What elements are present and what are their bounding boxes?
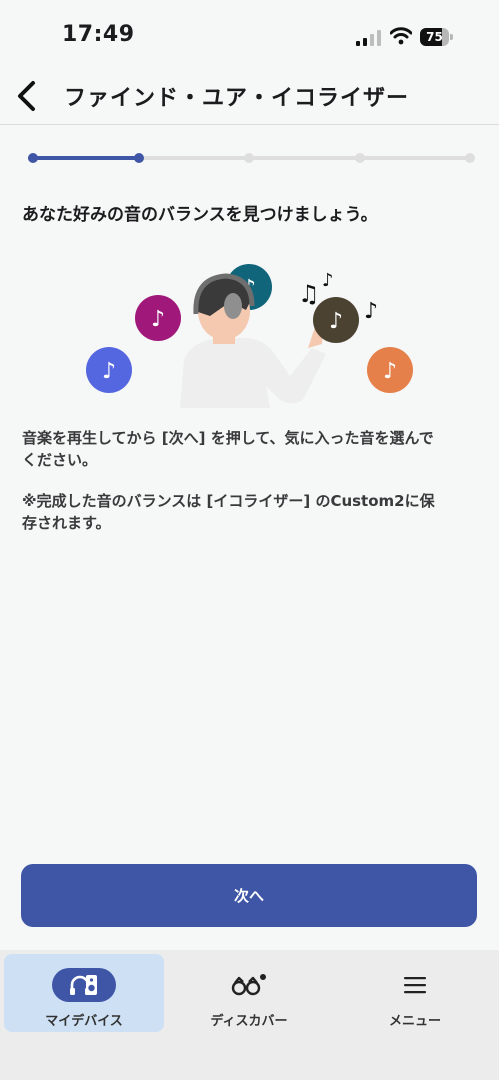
- tab-label: ディスカバー: [210, 1014, 288, 1029]
- progress-step-dot: [465, 153, 475, 163]
- progress-step-dot: [354, 153, 365, 163]
- progress-step-dot: [133, 153, 144, 163]
- headphones-speaker-icon: [70, 975, 97, 995]
- svg-text:♪: ♪: [383, 359, 397, 384]
- music-note-bubble-orange: ♪: [367, 347, 413, 393]
- nav-bar: ファインド・ユア・イコライザー: [0, 70, 499, 125]
- section-heading: あなた好みの音のバランスを見つけましょう。: [22, 205, 378, 225]
- next-button[interactable]: 次へ: [21, 864, 477, 927]
- music-note-bubble-blue: ♪: [86, 347, 132, 393]
- tab-my-device[interactable]: マイデバイス: [4, 954, 164, 1032]
- progress-step-dot: [244, 153, 254, 163]
- music-note-bubble-magenta: ♪: [135, 295, 181, 341]
- svg-text:♫: ♫: [298, 280, 320, 308]
- svg-text:♪: ♪: [322, 270, 334, 291]
- status-bar: 17:49 75: [0, 0, 499, 70]
- progress-fill: [28, 156, 139, 160]
- svg-text:♪: ♪: [329, 309, 343, 334]
- tab-discover[interactable]: ディスカバー: [169, 954, 329, 1032]
- listening-illustration: ♪ ♪ ♪ ♪ ♫ ♪ ♪ ♪: [86, 264, 413, 408]
- tab-label: メニュー: [388, 1014, 441, 1029]
- wifi-icon: [390, 27, 412, 45]
- svg-text:♪: ♪: [364, 299, 378, 324]
- page-title: ファインド・ユア・イコライザー: [64, 86, 410, 111]
- cellular-signal-icon: [356, 30, 381, 46]
- battery-level: 75: [426, 30, 443, 44]
- progress-step-dot: [28, 153, 38, 163]
- chevron-left-icon: [18, 81, 35, 111]
- tab-label: マイデバイス: [45, 1014, 123, 1029]
- battery-icon: 75: [420, 28, 454, 46]
- hamburger-menu-icon: [404, 977, 426, 994]
- status-time: 17:49: [62, 22, 135, 47]
- tab-menu[interactable]: メニュー: [335, 954, 495, 1032]
- notification-badge: [260, 974, 266, 980]
- svg-text:♪: ♪: [102, 359, 116, 384]
- music-note-bubble-selected: ♪: [313, 297, 359, 343]
- binoculars-icon: [231, 974, 266, 996]
- back-button[interactable]: [8, 76, 44, 116]
- progress-stepper: [28, 152, 475, 164]
- instruction-text: 音楽を再生してから [次へ] を押して、気に入った音を選んで ください。: [22, 429, 434, 469]
- svg-text:♪: ♪: [151, 307, 165, 332]
- save-note-text: ※完成した音のバランスは [イコライザー] のCustom2に保 存されます。: [22, 492, 435, 532]
- tab-bar: マイデバイス ディスカバー メニュー: [0, 950, 499, 1080]
